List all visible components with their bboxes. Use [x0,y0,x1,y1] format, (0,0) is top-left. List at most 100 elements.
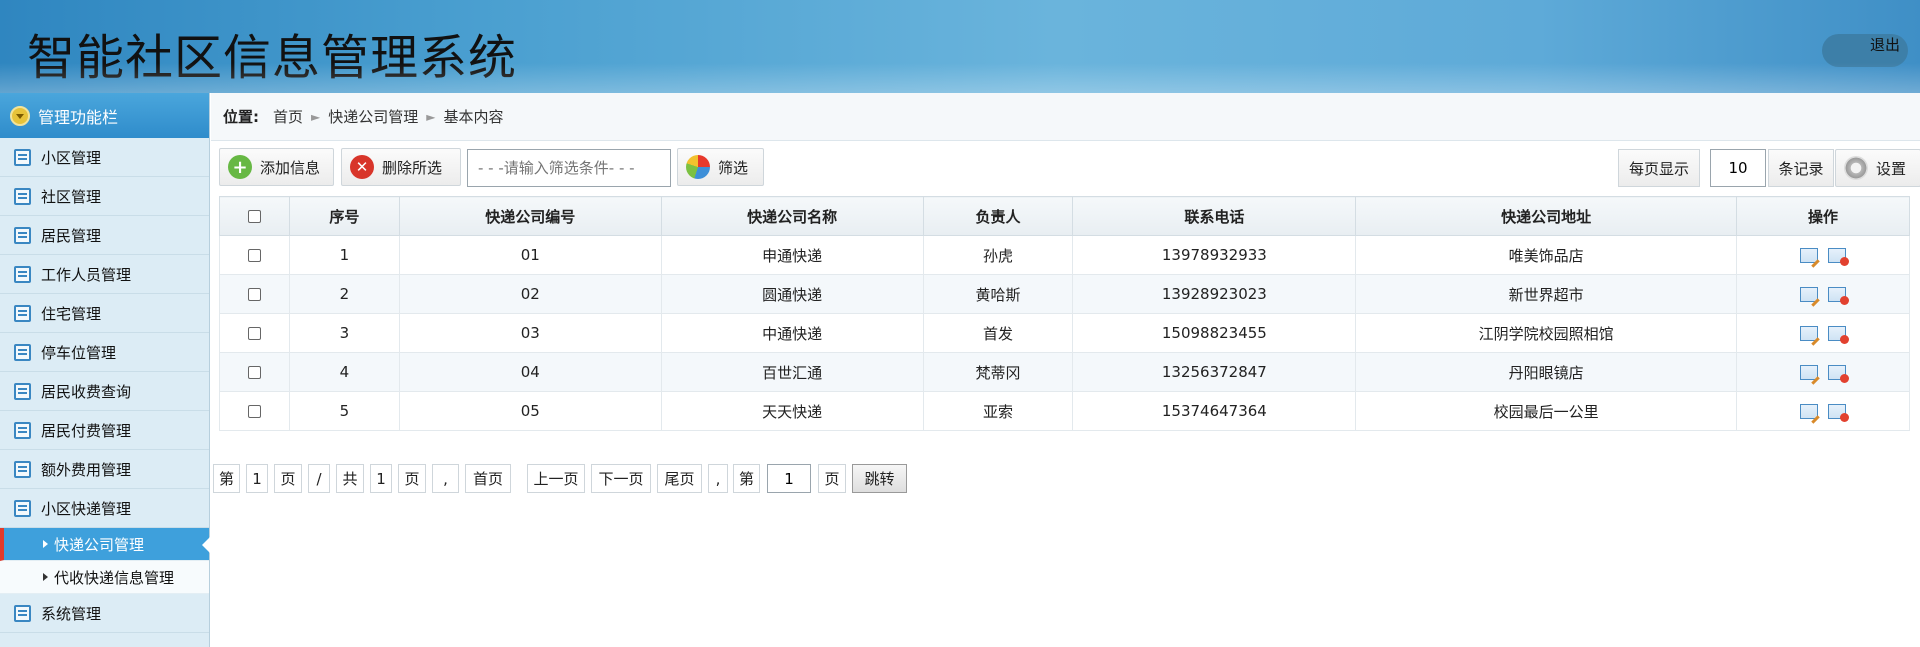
calendar-icon [14,343,31,361]
sidebar: 管理功能栏 小区管理 社区管理 居民管理 工作人员管理 住宅管理 停车位管理 居… [0,93,210,647]
row-checkbox[interactable] [247,288,261,301]
first-page-button[interactable]: 首页 [465,464,511,493]
breadcrumb-courier-management[interactable]: 快递公司管理 [328,106,418,127]
calendar-icon [14,604,31,622]
logout-label: 退出 [1869,36,1900,54]
settings-button[interactable]: 设置 [1835,149,1920,187]
delete-selected-button[interactable]: ✕ 删除所选 [341,148,461,186]
list-icon [14,148,31,166]
sidebar-subitem-parcel-info[interactable]: 代收快递信息管理 [0,561,209,594]
sidebar-item-label: 额外费用管理 [41,460,132,479]
table-cell: 亚索 [922,391,1074,431]
sidebar-item-housing[interactable]: 住宅管理 [0,294,209,333]
jump-button[interactable]: 跳转 [852,464,907,493]
row-checkbox[interactable] [247,366,261,379]
per-page-input[interactable] [1710,149,1766,187]
table-cell: 13978932933 [1072,235,1357,275]
table-cell: 天天快递 [660,391,924,431]
sidebar-item-staff[interactable]: 工作人员管理 [0,255,209,294]
table-header-row: 序号 快递公司编号 快递公司名称 负责人 联系电话 快递公司地址 操作 [219,196,1910,236]
row-checkbox[interactable] [247,249,261,262]
sidebar-item-system[interactable]: 系统管理 [0,594,209,633]
add-button[interactable]: + 添加信息 [219,148,334,186]
sidebar-item-extra-fees[interactable]: 额外费用管理 [0,450,209,489]
edit-icon[interactable] [1800,326,1819,341]
pager-text: 页 [818,464,846,493]
row-checkbox[interactable] [247,405,261,418]
goto-page-input[interactable] [767,464,811,493]
table-row: 1 01 申通快递 孙虎 13978932933 唯美饰品店 [219,235,1910,275]
pager-total-pages: 1 [370,464,392,493]
calendar-icon [14,499,31,517]
logout-button[interactable]: 退出 [1822,34,1908,67]
filter-button-label: 筛选 [718,158,749,177]
main-content: 位置: 首页 ► 快递公司管理 ► 基本内容 + 添加信息 ✕ 删除所选 筛选 … [211,93,1920,647]
actions-cell [1736,391,1910,431]
filter-button[interactable]: 筛选 [677,148,764,186]
actions-cell [1736,313,1910,353]
table-row: 4 04 百世汇通 梵蒂冈 13256372847 丹阳眼镜店 [219,352,1910,392]
table-cell: 江阴学院校园照相馆 [1355,313,1738,353]
sidebar-heading: 管理功能栏 [0,93,209,138]
edit-icon[interactable] [1800,287,1819,302]
plus-icon: + [228,155,252,179]
delete-icon[interactable] [1828,287,1850,305]
delete-icon[interactable] [1828,365,1850,383]
sidebar-item-label: 小区快递管理 [41,499,132,518]
pager-text: / [308,464,330,493]
sidebar-item-residents[interactable]: 居民管理 [0,216,209,255]
sidebar-item-express[interactable]: 小区快递管理 [0,489,209,528]
edit-icon[interactable] [1800,365,1819,380]
calendar-icon [14,421,31,439]
table-cell: 新世界超市 [1355,274,1738,314]
last-page-button[interactable]: 尾页 [657,464,702,493]
sidebar-item-neighborhood[interactable]: 社区管理 [0,177,209,216]
calendar-icon [14,265,31,283]
edit-icon[interactable] [1800,404,1819,419]
breadcrumb: 位置: 首页 ► 快递公司管理 ► 基本内容 [211,93,1920,141]
sidebar-item-fee-query[interactable]: 居民收费查询 [0,372,209,411]
sidebar-subitem-courier-companies[interactable]: 快递公司管理 [0,528,210,561]
sidebar-item-label: 居民收费查询 [41,382,132,401]
table-cell: 黄哈斯 [922,274,1074,314]
delete-icon[interactable] [1828,404,1850,422]
table-cell: 圆通快递 [660,274,924,314]
column-header: 联系电话 [1072,196,1357,236]
pager-text: , [708,464,728,493]
table-row: 3 03 中通快递 首发 15098823455 江阴学院校园照相馆 [219,313,1910,353]
header: 智能社区信息管理系统 退出 [0,0,1920,93]
table-cell: 13256372847 [1072,352,1357,392]
select-all-checkbox[interactable] [247,210,261,223]
pager-text: , [432,464,459,493]
table-cell: 首发 [922,313,1074,353]
table-cell: 百世汇通 [660,352,924,392]
edit-icon [14,226,31,244]
prev-page-button[interactable]: 上一页 [527,464,585,493]
breadcrumb-separator-icon: ► [311,109,321,124]
table-cell: 05 [398,391,662,431]
breadcrumb-home[interactable]: 首页 [273,106,303,127]
row-checkbox[interactable] [247,327,261,340]
per-page-prefix: 每页显示 [1618,149,1700,187]
sidebar-item-label: 小区管理 [41,148,102,167]
next-page-button[interactable]: 下一页 [591,464,651,493]
delete-icon[interactable] [1828,248,1850,266]
delete-icon[interactable] [1828,326,1850,344]
close-icon: ✕ [350,155,374,179]
sidebar-item-community[interactable]: 小区管理 [0,138,209,177]
table-cell: 申通快递 [660,235,924,275]
add-button-label: 添加信息 [260,158,321,177]
filter-input[interactable] [467,149,671,187]
pager-text: 第 [733,464,760,493]
comment-icon [14,187,31,205]
table-cell: 梵蒂冈 [922,352,1074,392]
app-title: 智能社区信息管理系统 [27,30,518,86]
toolbar: + 添加信息 ✕ 删除所选 筛选 每页显示 条记录 设置 [219,148,1920,190]
edit-icon[interactable] [1800,248,1819,263]
table-cell: 丹阳眼镜店 [1355,352,1738,392]
sidebar-item-parking[interactable]: 停车位管理 [0,333,209,372]
pager-text: 页 [274,464,302,493]
select-all-cell [219,196,290,236]
column-header: 快递公司地址 [1355,196,1738,236]
sidebar-item-payment[interactable]: 居民付费管理 [0,411,209,450]
